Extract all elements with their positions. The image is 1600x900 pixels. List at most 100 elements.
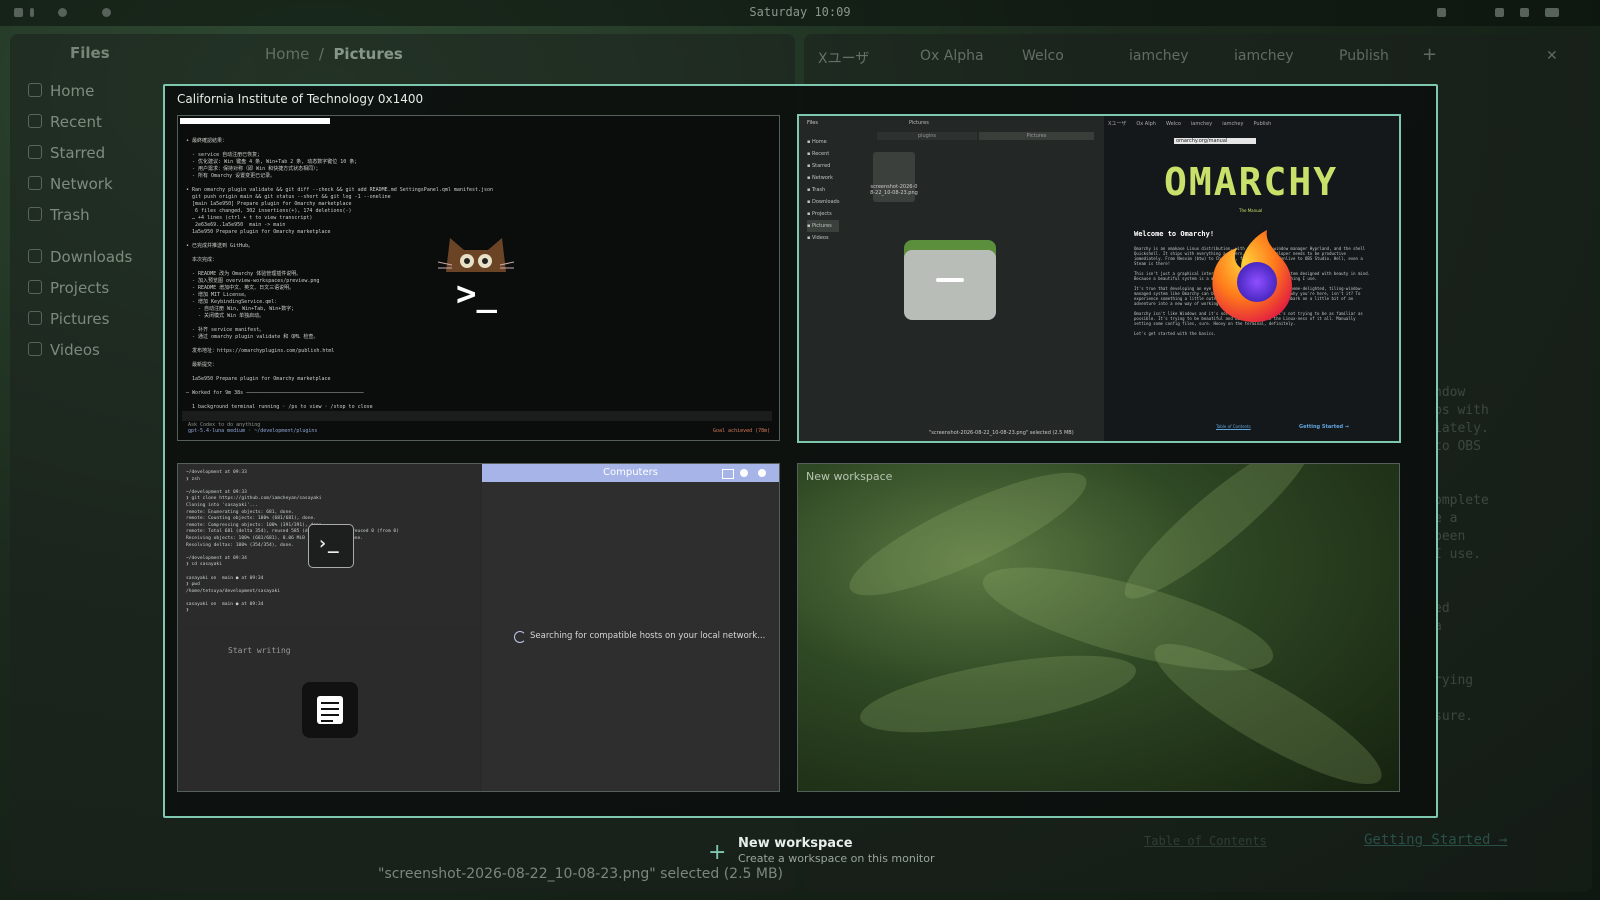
clock[interactable]: Saturday 10:09	[0, 5, 1600, 19]
terminal-app-icon: ›_	[308, 524, 354, 568]
breadcrumb[interactable]: Home / Pictures	[265, 45, 403, 63]
codex-input[interactable]: Ask Codex to do anything	[182, 411, 772, 428]
sidebar-item-downloads[interactable]: Downloads	[28, 248, 132, 266]
terminal-line: ❯ git clone https://github.com/iamcheyan…	[186, 496, 322, 502]
wifi-icon[interactable]	[1495, 8, 1504, 17]
new-workspace-subtitle: Create a workspace on this monitor	[738, 852, 935, 865]
new-workspace-label: New workspace	[806, 470, 893, 483]
terminal-line: • 最終確認結果：	[186, 138, 228, 144]
background-text-line: ps with	[1434, 403, 1489, 418]
searching-status: Searching for compatible hosts on your l…	[530, 631, 766, 641]
notes-placeholder: Start writing	[228, 646, 291, 655]
new-workspace-title: New workspace	[738, 836, 853, 851]
background-text-line: omplete	[1434, 493, 1489, 508]
browser-tab[interactable]: Publish	[1339, 48, 1389, 64]
breadcrumb-home[interactable]: Home	[265, 45, 309, 63]
background-text-line: been	[1434, 529, 1466, 544]
files-status-text: "screenshot-2026-08-22_10-08-23.png" sel…	[378, 866, 784, 882]
terminal-line: - 补齐 service manifest。	[186, 327, 265, 333]
mini-files-title: Files	[807, 120, 818, 126]
download-icon	[28, 249, 42, 263]
workspace-overview: California Institute of Technology 0x140…	[163, 84, 1438, 818]
background-text-line	[1434, 474, 1489, 492]
network-icon	[28, 176, 42, 190]
sidebar-label: Network	[50, 175, 113, 193]
welcome-paragraph: Let's get started with the basics.	[1134, 331, 1216, 336]
mini-sidebar-item: ▪ Projects	[807, 211, 832, 217]
new-tab-icon[interactable]: +	[1422, 44, 1437, 65]
battery-icon[interactable]	[1545, 8, 1559, 17]
new-workspace-button[interactable]: + New workspace Create a workspace on th…	[708, 836, 934, 865]
mini-browser-window: Xユーザ Ox Alph Welco iamchey iamchey Publish om…	[1104, 116, 1399, 441]
terminal-line: git push origin main && git status --sho…	[186, 194, 391, 200]
firefox-icon	[1207, 224, 1303, 328]
browser-tab[interactable]: Ox Alpha	[920, 48, 984, 64]
close-window-icon[interactable]: ✕	[1546, 48, 1558, 64]
sidebar-label: Trash	[50, 206, 90, 224]
workspace-thumbnail-new[interactable]: New workspace	[797, 463, 1400, 792]
sidebar-item-trash[interactable]: Trash	[28, 206, 90, 224]
mini-url-bar: omarchy.org/manual	[1174, 138, 1256, 144]
background-text-line: I use.	[1434, 547, 1481, 562]
sidebar-item-pictures[interactable]: Pictures	[28, 310, 109, 328]
computers-header: Computers	[482, 464, 779, 482]
sidebar-label: Pictures	[50, 310, 110, 328]
workspace-thumbnail-2[interactable]: Files Pictures plugins Pictures ▪ Home ▪ …	[797, 114, 1401, 443]
mini-sidebar-item: ▪ Starred	[807, 163, 831, 169]
volume-icon[interactable]	[1520, 8, 1529, 17]
sidebar-item-projects[interactable]: Projects	[28, 279, 109, 297]
terminal-line: ❯	[186, 608, 192, 614]
plus-icon: +	[708, 840, 727, 865]
files-title: Files	[70, 44, 110, 62]
background-text-line: ndow	[1434, 385, 1466, 400]
browser-tab[interactable]: Xユーザ	[818, 48, 869, 68]
terminal-line: - 关闭模式 Win 单独启动。	[186, 313, 265, 319]
background-text-line	[1434, 564, 1489, 582]
workspace-thumbnail-3[interactable]: ~/development at 09:33 ❯ zsh ~/developmen…	[177, 463, 780, 792]
mini-browser-tab: Welco	[1165, 121, 1181, 127]
sidebar-item-starred[interactable]: Starred	[28, 144, 105, 162]
terminal-line: - 增加 MIT License。	[186, 292, 250, 298]
cloud-icon[interactable]	[1437, 8, 1446, 17]
mini-sidebar-item: ▪ Home	[807, 139, 827, 145]
terminal-line: - 用户需求：保持对称（即 Win 和快捷方式状态相同）；	[186, 166, 321, 172]
browser-tab[interactable]: Welco	[1022, 48, 1064, 64]
toc-link[interactable]: Table of Contents	[1144, 834, 1267, 848]
mini-terminal: ~/development at 09:33 ❯ zsh ~/developmen…	[178, 464, 480, 627]
sidebar-label: Videos	[50, 341, 100, 359]
background-text-line: e a	[1434, 511, 1458, 526]
background-text-line	[1434, 456, 1489, 474]
browser-tab[interactable]: iamchey	[1234, 48, 1294, 64]
background-text-line	[1434, 690, 1489, 708]
terminal-output: ~/development at 09:33 ❯ zsh ~/developmen…	[186, 470, 399, 615]
goal-status: Goal achieved (78m)	[713, 428, 771, 434]
sidebar-label: Recent	[50, 113, 102, 131]
mini-sidebar-item: ▪ Recent	[807, 151, 830, 157]
mini-files-window: Files Pictures plugins Pictures ▪ Home ▪ …	[799, 116, 1104, 441]
top-bar: Saturday 10:09	[0, 0, 1600, 26]
breadcrumb-pictures[interactable]: Pictures	[333, 45, 402, 63]
terminal-line: 6 files changed, 302 insertions(+), 174 …	[186, 208, 352, 214]
mini-browser-tab: iamchey	[1190, 121, 1213, 127]
sidebar-item-network[interactable]: Network	[28, 175, 113, 193]
terminal-line: [main 1a5e950] Prepare plugin for Omarch…	[186, 201, 352, 207]
sidebar-item-recent[interactable]: Recent	[28, 113, 102, 131]
browser-tab[interactable]: iamchey	[1129, 48, 1189, 64]
mini-sidebar-item: ▪ Trash	[807, 187, 826, 193]
terminal-line: Receiving objects: 100% (681/681), 8.06 …	[186, 535, 364, 541]
mini-browser-tab: Ox Alph	[1136, 121, 1156, 127]
terminal-line: remote: Counting objects: 100% (681/681)…	[186, 516, 316, 522]
terminal-line: 发布地址：https://omarchyplugins.com/publish.…	[186, 348, 335, 354]
sidebar-item-videos[interactable]: Videos	[28, 341, 100, 359]
getting-started-link[interactable]: Getting Started →	[1364, 832, 1507, 848]
terminal-line: • Ran omarchy plugin validate && git dif…	[186, 187, 494, 193]
workspace-thumbnail-1[interactable]: • 最終確認結果： - service 自动注册已恢复； - 优化建议: Win…	[177, 115, 780, 441]
terminal-line: ❯ pwd	[186, 582, 200, 588]
mini-browser-tab: iamchey	[1222, 121, 1244, 127]
sidebar-item-home[interactable]: Home	[28, 82, 94, 100]
